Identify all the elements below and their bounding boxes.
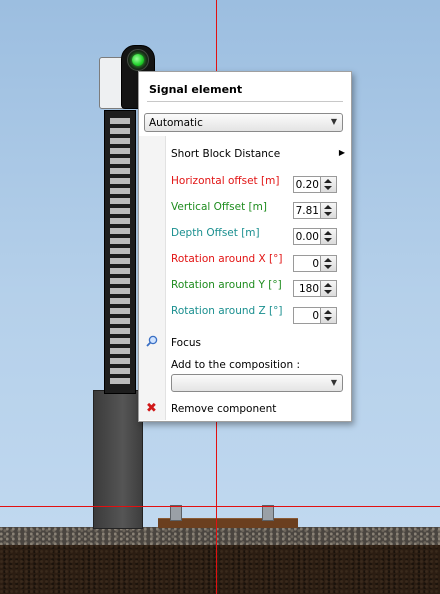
rail-left: [170, 505, 182, 521]
spin-arrows-icon[interactable]: [320, 229, 336, 244]
signal-lamp-green: [132, 54, 144, 66]
spin-arrows-icon[interactable]: [320, 177, 336, 192]
spin-arrows-icon[interactable]: [320, 308, 336, 323]
chevron-right-icon: ▶: [338, 148, 345, 157]
spin-arrows-icon[interactable]: [320, 203, 336, 218]
vertical-offset-label: Vertical Offset [m]: [171, 201, 267, 213]
rotation-z-label: Rotation around Z [°]: [171, 305, 283, 317]
menu-icon-gutter: [139, 136, 165, 420]
rotation-x-stepper[interactable]: 0: [293, 255, 337, 272]
rotation-x-value: 0: [312, 258, 319, 270]
horizontal-offset-label: Horizontal offset [m]: [171, 175, 280, 187]
rotation-y-stepper[interactable]: 180: [293, 280, 337, 297]
depth-offset-label: Depth Offset [m]: [171, 227, 260, 239]
menu-item-focus[interactable]: Focus: [171, 337, 201, 349]
rotation-y-label: Rotation around Y [°]: [171, 279, 282, 291]
focus-label: Focus: [171, 337, 201, 349]
rotation-z-stepper[interactable]: 0: [293, 307, 337, 324]
signal-mast-base[interactable]: [93, 390, 143, 529]
rotation-x-label: Rotation around X [°]: [171, 253, 283, 265]
horizontal-offset-value: 0.20: [295, 179, 319, 191]
vertical-offset-stepper[interactable]: 7.81: [293, 202, 337, 219]
depth-offset-value: 0.00: [295, 231, 319, 243]
vertical-offset-value: 7.81: [295, 205, 319, 217]
menu-item-remove-component[interactable]: Remove component: [171, 403, 276, 415]
panel-title: Signal element: [149, 83, 243, 96]
chevron-down-icon: ▼: [330, 117, 337, 126]
title-divider: [147, 101, 343, 102]
horizontal-offset-stepper[interactable]: 0.20: [293, 176, 337, 193]
magnifier-icon: [146, 335, 158, 347]
spin-arrows-icon[interactable]: [320, 256, 336, 271]
horizontal-guide-line: [0, 506, 440, 507]
mode-dropdown[interactable]: Automatic ▼: [144, 113, 343, 132]
rotation-y-value: 180: [298, 283, 319, 295]
mode-dropdown-value: Automatic: [149, 117, 203, 129]
signal-context-panel: Signal element Automatic ▼ Short Block D…: [138, 71, 352, 422]
composition-dropdown[interactable]: ▼: [171, 374, 343, 392]
track-ballast: [0, 527, 440, 545]
spin-arrows-icon[interactable]: [320, 281, 336, 296]
remove-component-label: Remove component: [171, 403, 277, 415]
ground-soil: [0, 545, 440, 594]
red-x-icon: ✖: [146, 401, 157, 416]
depth-offset-stepper[interactable]: 0.00: [293, 228, 337, 245]
chevron-down-icon: ▼: [330, 378, 337, 387]
menu-item-label: Short Block Distance: [171, 148, 281, 160]
rotation-z-value: 0: [312, 310, 319, 322]
signal-ladder: [110, 118, 130, 388]
compose-label: Add to the composition :: [171, 359, 301, 371]
menu-gutter-divider: [165, 136, 166, 420]
menu-item-short-block-distance[interactable]: Short Block Distance: [171, 148, 280, 160]
rail-right: [262, 505, 274, 521]
